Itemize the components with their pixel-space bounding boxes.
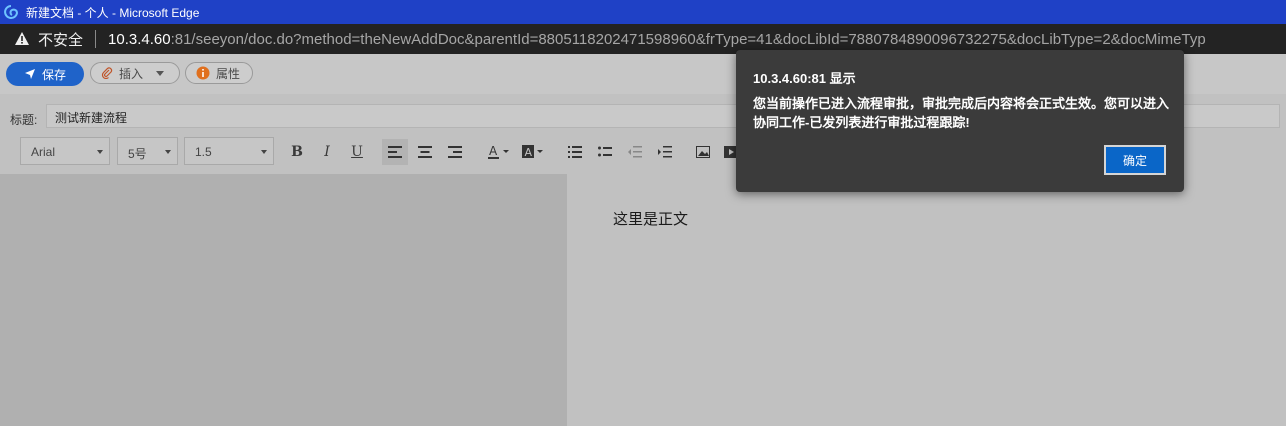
align-left-icon[interactable] bbox=[382, 139, 408, 165]
send-icon bbox=[24, 69, 35, 79]
font-size-select[interactable]: 5号 bbox=[117, 137, 178, 165]
ordered-list-icon[interactable] bbox=[562, 139, 588, 165]
chevron-down-icon bbox=[261, 150, 267, 154]
font-size-value: 5号 bbox=[128, 147, 147, 161]
address-divider bbox=[95, 30, 97, 48]
bold-icon[interactable]: B bbox=[284, 139, 310, 165]
save-button[interactable]: 保存 bbox=[6, 62, 84, 86]
font-family-select[interactable]: Arial bbox=[20, 137, 110, 165]
chevron-down-icon bbox=[97, 150, 103, 154]
line-height-value: 1.5 bbox=[195, 145, 212, 159]
attributes-button-label: 属性 bbox=[216, 66, 241, 81]
svg-text:A: A bbox=[525, 146, 533, 159]
alert-dialog: 10.3.4.60:81 显示 您当前操作已进入流程审批，审批完成后内容将会正式… bbox=[736, 50, 1184, 192]
edge-browser-icon bbox=[4, 5, 18, 19]
ok-button[interactable]: 确定 bbox=[1104, 145, 1166, 175]
dialog-title: 10.3.4.60:81 显示 bbox=[753, 71, 856, 86]
save-button-label: 保存 bbox=[41, 67, 66, 82]
url-path[interactable]: :81/seeyon/doc.do?method=theNewAddDoc&pa… bbox=[171, 31, 1206, 48]
highlight-color-icon[interactable]: A bbox=[518, 139, 548, 165]
italic-icon[interactable]: I bbox=[314, 139, 340, 165]
indent-icon[interactable] bbox=[652, 139, 678, 165]
editor-content-area[interactable]: 这里是正文 bbox=[567, 174, 1286, 426]
insert-button-label: 插入 bbox=[119, 66, 144, 81]
align-right-icon[interactable] bbox=[442, 139, 468, 165]
font-color-icon[interactable]: A bbox=[484, 139, 514, 165]
window-title: 新建文档 - 个人 - Microsoft Edge bbox=[26, 5, 200, 20]
warning-icon[interactable] bbox=[14, 31, 30, 47]
security-label[interactable]: 不安全 bbox=[38, 29, 83, 50]
outdent-icon[interactable] bbox=[622, 139, 648, 165]
title-label: 标题: bbox=[10, 113, 38, 127]
url-host[interactable]: 10.3.4.60 bbox=[108, 31, 171, 48]
window-titlebar: 新建文档 - 个人 - Microsoft Edge bbox=[0, 0, 1286, 24]
paperclip-icon bbox=[101, 67, 113, 79]
unordered-list-icon[interactable] bbox=[592, 139, 618, 165]
line-height-select[interactable]: 1.5 bbox=[184, 137, 274, 165]
svg-text:A: A bbox=[489, 144, 498, 158]
underline-icon[interactable]: U bbox=[344, 139, 370, 165]
chevron-down-icon bbox=[165, 150, 171, 154]
image-icon[interactable] bbox=[690, 139, 716, 165]
dialog-message: 您当前操作已进入流程审批，审批完成后内容将会正式生效。您可以进入协同工作-已发列… bbox=[753, 96, 1170, 130]
insert-button[interactable]: 插入 bbox=[90, 62, 180, 84]
info-icon bbox=[196, 66, 210, 80]
editor-side-panel bbox=[0, 174, 567, 426]
font-family-value: Arial bbox=[31, 145, 56, 159]
attributes-button[interactable]: 属性 bbox=[185, 62, 253, 84]
chevron-down-icon bbox=[156, 71, 165, 76]
align-center-icon[interactable] bbox=[412, 139, 438, 165]
body-text[interactable]: 这里是正文 bbox=[613, 208, 688, 229]
